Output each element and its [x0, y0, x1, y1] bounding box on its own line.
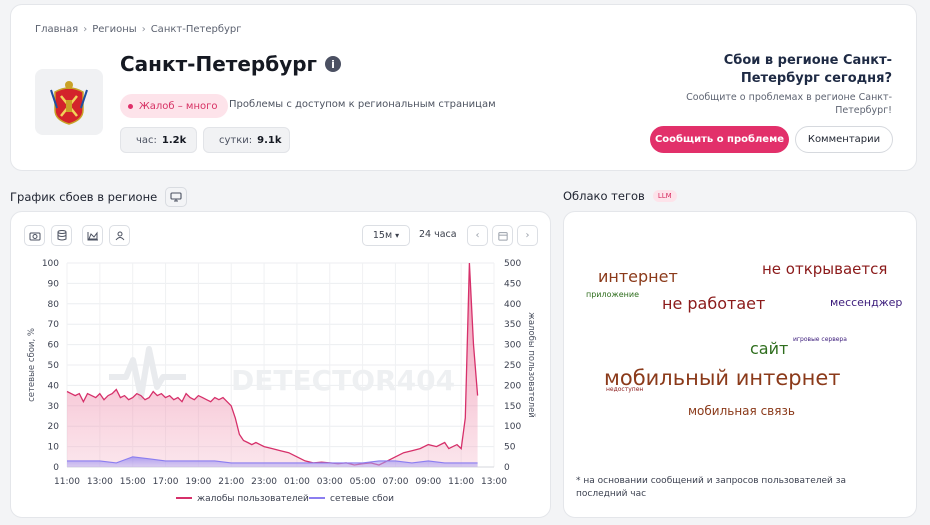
- x-tick-label: 13:00: [87, 477, 113, 487]
- badge-label: Жалоб – много: [139, 100, 218, 112]
- y-left-tick-label: 30: [48, 402, 60, 412]
- report-prompt: Сбои в регионе Санкт-Петербург сегодня? …: [672, 52, 892, 117]
- y-right-tick-label: 350: [504, 320, 521, 330]
- y-right-tick-label: 100: [504, 422, 521, 432]
- user-icon[interactable]: [109, 225, 130, 246]
- y-left-tick-label: 90: [48, 279, 60, 289]
- problems-description: Проблемы с доступом к региональным стран…: [229, 99, 496, 110]
- y-right-tick-label: 0: [504, 463, 510, 473]
- y-right-tick-label: 400: [504, 300, 521, 310]
- status-dot: [128, 103, 133, 109]
- x-tick-label: 17:00: [153, 477, 179, 487]
- y-right-tick-label: 50: [504, 443, 516, 453]
- tag-word[interactable]: мессенджер: [830, 297, 902, 308]
- comments-button[interactable]: Комментарии: [795, 126, 893, 153]
- database-icon[interactable]: [51, 225, 72, 246]
- region-header-card: Главная › Регионы › Санкт-Петербург Санк…: [10, 4, 917, 171]
- legend-label-complaints: жалобы пользователей: [197, 494, 309, 504]
- y-right-tick-label: 500: [504, 259, 521, 269]
- chart-section-title: График сбоев в регионе: [10, 187, 188, 207]
- y-right-tick-label: 250: [504, 361, 521, 371]
- x-tick-label: 11:00: [448, 477, 474, 487]
- legend-label-outages: сетевые сбои: [330, 494, 394, 504]
- complaints-status-badge: Жалоб – много: [120, 94, 228, 118]
- cloud-footnote: * на основании сообщений и запросов поль…: [576, 476, 847, 499]
- breadcrumb-regions[interactable]: Регионы: [92, 24, 137, 35]
- x-tick-label: 05:00: [350, 477, 376, 487]
- range-label: 24 часа: [419, 229, 457, 240]
- y-left-tick-label: 0: [53, 463, 59, 473]
- llm-badge: LLM: [652, 190, 677, 202]
- x-tick-label: 19:00: [185, 477, 211, 487]
- page-title: Санкт-Петербург i: [120, 52, 342, 76]
- report-question: Сбои в регионе Санкт-Петербург сегодня?: [723, 53, 892, 86]
- y-left-tick-label: 20: [48, 422, 60, 432]
- y-right-tick-label: 300: [504, 341, 521, 351]
- report-problem-button[interactable]: Сообщить о проблеме: [650, 126, 789, 153]
- tag-cloud-card: интернет не открывается приложение не ра…: [563, 211, 917, 518]
- x-tick-label: 09:00: [415, 477, 441, 487]
- tag-word[interactable]: недоступен: [606, 387, 643, 393]
- y-left-tick-label: 80: [48, 300, 60, 310]
- outage-chart-card: 15м ▾ 24 часа ‹ › DETECTOR404 0 10 20 30 40 50…: [10, 211, 551, 518]
- x-tick-label: 21:00: [218, 477, 244, 487]
- x-tick-label: 07:00: [382, 477, 408, 487]
- chart-section-label: График сбоев в регионе: [10, 190, 158, 204]
- calendar-picker-icon[interactable]: [492, 225, 513, 246]
- tag-word[interactable]: не открывается: [762, 262, 887, 277]
- y-right-axis-title: жалобы пользователей: [526, 312, 536, 418]
- chevron-left-icon[interactable]: ‹: [467, 225, 488, 246]
- region-coat-of-arms: [35, 69, 103, 135]
- tag-word[interactable]: мобильная связь: [688, 405, 795, 417]
- breadcrumb-current: Санкт-Петербург: [150, 24, 242, 35]
- x-tick-label: 23:00: [251, 477, 277, 487]
- tag-word[interactable]: игровые сервера: [793, 337, 847, 343]
- cloud-section-title: Облако тегов LLM: [563, 189, 677, 203]
- info-icon[interactable]: i: [325, 56, 342, 72]
- y-right-tick-label: 450: [504, 279, 521, 289]
- interval-select[interactable]: 15м ▾: [362, 225, 410, 246]
- stat-hour-value: 1.2k: [161, 134, 187, 146]
- tag-word[interactable]: приложение: [586, 291, 639, 299]
- chevron-right-icon[interactable]: ›: [517, 225, 538, 246]
- breadcrumb: Главная › Регионы › Санкт-Петербург: [35, 24, 242, 35]
- watermark-text: DETECTOR404: [231, 364, 455, 397]
- x-tick-label: 13:00: [481, 477, 507, 487]
- y-right-tick-label: 150: [504, 402, 521, 412]
- x-tick-label: 01:00: [284, 477, 310, 487]
- cloud-section-label: Облако тегов: [563, 189, 645, 203]
- y-left-tick-label: 70: [48, 320, 60, 330]
- monitor-icon[interactable]: [165, 187, 188, 207]
- y-left-axis-title: сетевые сбои, %: [27, 328, 37, 402]
- x-tick-label: 03:00: [317, 477, 343, 487]
- area-chart-icon[interactable]: [82, 225, 103, 246]
- y-left-tick-label: 10: [48, 443, 60, 453]
- x-tick-label: 15:00: [120, 477, 146, 487]
- stat-day: сутки: 9.1k: [203, 127, 290, 153]
- stat-day-label: сутки:: [219, 134, 253, 146]
- y-left-tick-label: 50: [48, 361, 60, 371]
- breadcrumb-home[interactable]: Главная: [35, 24, 78, 35]
- y-left-tick-label: 40: [48, 381, 60, 391]
- y-right-tick-label: 200: [504, 381, 521, 391]
- stat-hour: час: 1.2k: [120, 127, 197, 153]
- stat-hour-label: час:: [136, 134, 157, 146]
- breadcrumb-separator: ›: [83, 24, 88, 35]
- y-left-tick-label: 60: [48, 341, 60, 351]
- stat-day-value: 9.1k: [257, 134, 282, 146]
- chevron-down-icon: ▾: [395, 231, 400, 240]
- tag-word[interactable]: интернет: [598, 269, 678, 285]
- breadcrumb-separator: ›: [141, 24, 146, 35]
- region-name: Санкт-Петербург: [120, 52, 318, 76]
- watermark-pulse-icon: [109, 346, 186, 400]
- report-question-sub: Сообщите о проблемах в регионе Санкт-Пет…: [686, 92, 892, 116]
- tag-word[interactable]: сайт: [750, 341, 788, 357]
- x-tick-label: 11:00: [54, 477, 80, 487]
- interval-value: 15м: [372, 230, 393, 241]
- camera-icon[interactable]: [24, 225, 45, 246]
- outage-chart: DETECTOR404 0 10 20 30 40 50 60 70 80 90 100 0 50 100 1…: [27, 259, 536, 504]
- y-left-tick-label: 100: [42, 259, 59, 269]
- tag-word[interactable]: не работает: [662, 296, 765, 312]
- coat-of-arms-icon: [50, 81, 88, 125]
